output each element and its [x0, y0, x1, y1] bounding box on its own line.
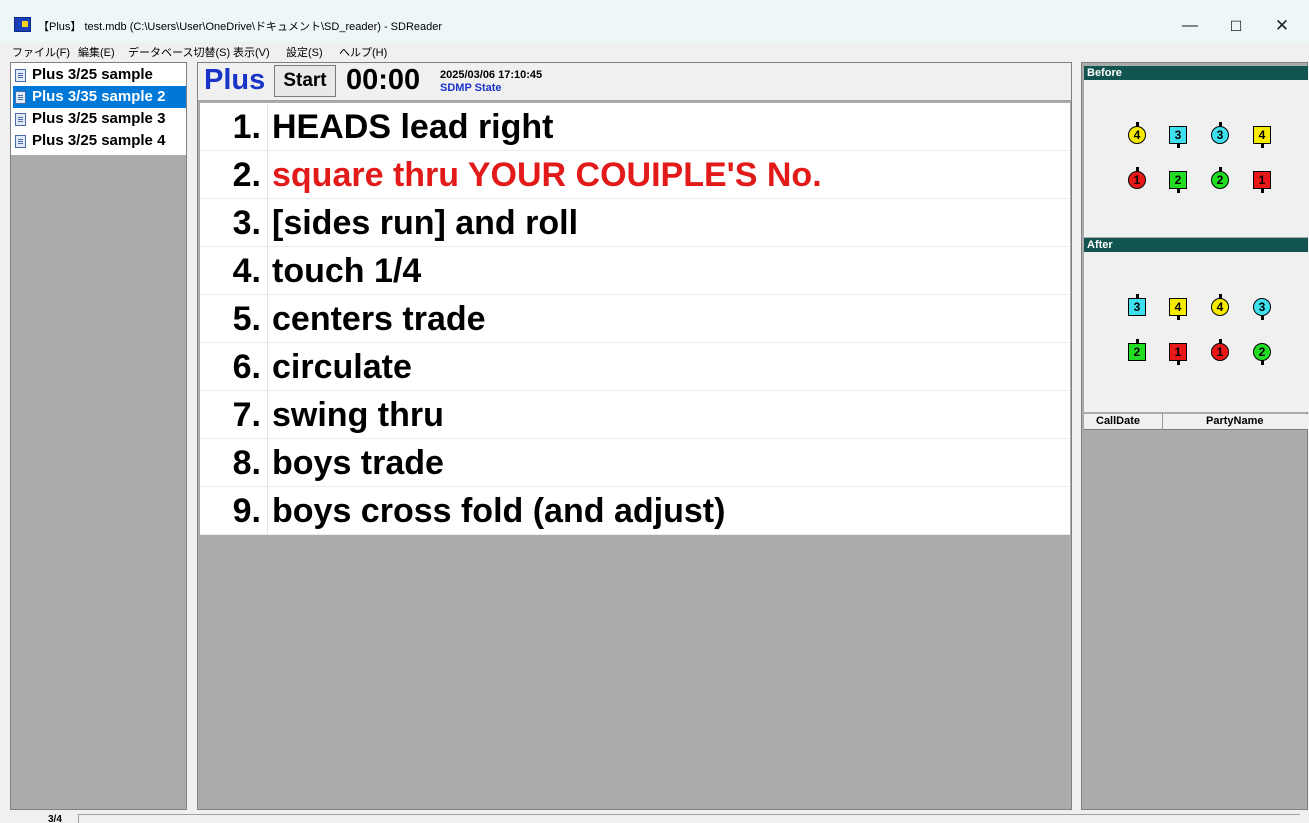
- document-icon: [15, 69, 26, 82]
- dancer-girl-2: 2: [1253, 343, 1271, 365]
- after-header: After: [1084, 238, 1308, 252]
- dancer-boy-3: 3: [1128, 294, 1146, 316]
- calls-list: 1. HEADS lead right 2. square thru YOUR COU…: [200, 103, 1070, 535]
- call-text: swing thru: [272, 396, 444, 434]
- call-row[interactable]: 3. [sides run] and roll: [200, 199, 1070, 247]
- column-calldate[interactable]: CallDate: [1096, 415, 1140, 427]
- after-diagram: 3 4 4 3 2 1 1 2: [1084, 252, 1308, 412]
- menu-bar: ファイル(F) 編集(E) データベース切替(S) 表示(V) 設定(S) ヘル…: [0, 42, 1309, 60]
- column-partyname[interactable]: PartyName: [1206, 415, 1263, 427]
- dancer-boy-4: 4: [1253, 126, 1271, 148]
- call-row[interactable]: 2. square thru YOUR COUIPLE'S No.: [200, 151, 1070, 199]
- level-label: Plus: [204, 64, 266, 96]
- sequence-item[interactable]: Plus 3/25 sample 4: [13, 130, 186, 152]
- menu-file[interactable]: ファイル(F): [12, 44, 70, 60]
- menu-view[interactable]: 表示(V): [233, 44, 270, 60]
- dancer-girl-3: 3: [1211, 122, 1229, 144]
- call-row[interactable]: 8. boys trade: [200, 439, 1070, 487]
- dancer-boy-1: 1: [1169, 343, 1187, 365]
- datetime-label: 2025/03/06 17:10:45: [440, 69, 543, 81]
- close-button[interactable]: ✕: [1262, 12, 1302, 40]
- sequence-item[interactable]: Plus 3/25 sample 3: [13, 108, 186, 130]
- title-bar: 【Plus】 test.mdb (C:\Users\User\OneDrive\…: [0, 0, 1309, 42]
- sequence-label: Plus 3/35 sample 2: [32, 88, 166, 105]
- dancer-boy-3: 3: [1169, 126, 1187, 148]
- maximize-button[interactable]: ☐: [1216, 12, 1256, 40]
- menu-help[interactable]: ヘルプ(H): [339, 44, 387, 60]
- window-title: 【Plus】 test.mdb (C:\Users\User\OneDrive\…: [38, 21, 443, 33]
- call-number: 9.: [200, 487, 268, 535]
- menu-database-switch[interactable]: データベース切替(S): [128, 44, 230, 60]
- timer-display: 00:00: [346, 64, 421, 96]
- column-divider[interactable]: [1162, 414, 1163, 430]
- menu-edit[interactable]: 編集(E): [78, 44, 115, 60]
- call-text: [sides run] and roll: [272, 204, 579, 242]
- status-field: [78, 814, 1300, 823]
- sequence-item-selected[interactable]: Plus 3/35 sample 2: [13, 86, 186, 108]
- state-label: SDMP State: [440, 82, 502, 94]
- call-number: 4.: [200, 247, 268, 295]
- calls-header: Plus Start 00:00 2025/03/06 17:10:45 SDM…: [198, 63, 1071, 101]
- formation-panel: Before 4 3 3 4 1 2 2 1 After 3 4 4 3 2 1 1 2 CallDate …: [1081, 62, 1308, 810]
- call-number: 2.: [200, 151, 268, 199]
- sequence-label: Plus 3/25 sample 4: [32, 132, 166, 149]
- document-icon: [15, 91, 26, 104]
- history-header: CallDate PartyName: [1084, 414, 1308, 430]
- call-number: 3.: [200, 199, 268, 247]
- dancer-girl-1: 1: [1128, 167, 1146, 189]
- dancer-girl-4: 4: [1211, 294, 1229, 316]
- sequence-list: Plus 3/25 sample Plus 3/35 sample 2 Plus…: [11, 63, 186, 155]
- status-bar: 3/4: [0, 812, 1309, 823]
- call-number: 1.: [200, 103, 268, 151]
- dancer-boy-2: 2: [1128, 339, 1146, 361]
- dancer-girl-2: 2: [1211, 167, 1229, 189]
- call-row[interactable]: 1. HEADS lead right: [200, 103, 1070, 151]
- call-text: boys cross fold (and adjust): [272, 492, 726, 530]
- sequence-panel: Plus 3/25 sample Plus 3/35 sample 2 Plus…: [10, 62, 187, 810]
- dancer-boy-1: 1: [1253, 171, 1271, 193]
- call-row[interactable]: 5. centers trade: [200, 295, 1070, 343]
- app-icon[interactable]: [14, 17, 31, 32]
- before-header: Before: [1084, 66, 1308, 80]
- sequence-label: Plus 3/25 sample 3: [32, 110, 166, 127]
- dancer-girl-4: 4: [1128, 122, 1146, 144]
- call-text: centers trade: [272, 300, 486, 338]
- call-row[interactable]: 4. touch 1/4: [200, 247, 1070, 295]
- sequence-label: Plus 3/25 sample: [32, 66, 153, 83]
- call-text: circulate: [272, 348, 412, 386]
- call-number: 8.: [200, 439, 268, 487]
- call-row[interactable]: 9. boys cross fold (and adjust): [200, 487, 1070, 535]
- calls-panel: Plus Start 00:00 2025/03/06 17:10:45 SDM…: [197, 62, 1072, 810]
- call-number: 5.: [200, 295, 268, 343]
- dancer-boy-2: 2: [1169, 171, 1187, 193]
- call-text: HEADS lead right: [272, 108, 554, 146]
- call-row[interactable]: 6. circulate: [200, 343, 1070, 391]
- dancer-girl-1: 1: [1211, 339, 1229, 361]
- document-icon: [15, 113, 26, 126]
- call-text: touch 1/4: [272, 252, 422, 290]
- call-number: 7.: [200, 391, 268, 439]
- dancer-girl-3: 3: [1253, 298, 1271, 320]
- menu-settings[interactable]: 設定(S): [286, 44, 323, 60]
- call-text: boys trade: [272, 444, 444, 482]
- start-button[interactable]: Start: [274, 65, 336, 97]
- call-text: square thru YOUR COUIPLE'S No.: [272, 156, 822, 194]
- before-diagram: 4 3 3 4 1 2 2 1: [1084, 80, 1308, 237]
- sequence-item[interactable]: Plus 3/25 sample: [13, 64, 186, 86]
- dancer-boy-4: 4: [1169, 298, 1187, 320]
- minimize-button[interactable]: —: [1170, 12, 1210, 40]
- call-row[interactable]: 7. swing thru: [200, 391, 1070, 439]
- call-number: 6.: [200, 343, 268, 391]
- sequence-count: 3/4: [48, 814, 62, 823]
- document-icon: [15, 135, 26, 148]
